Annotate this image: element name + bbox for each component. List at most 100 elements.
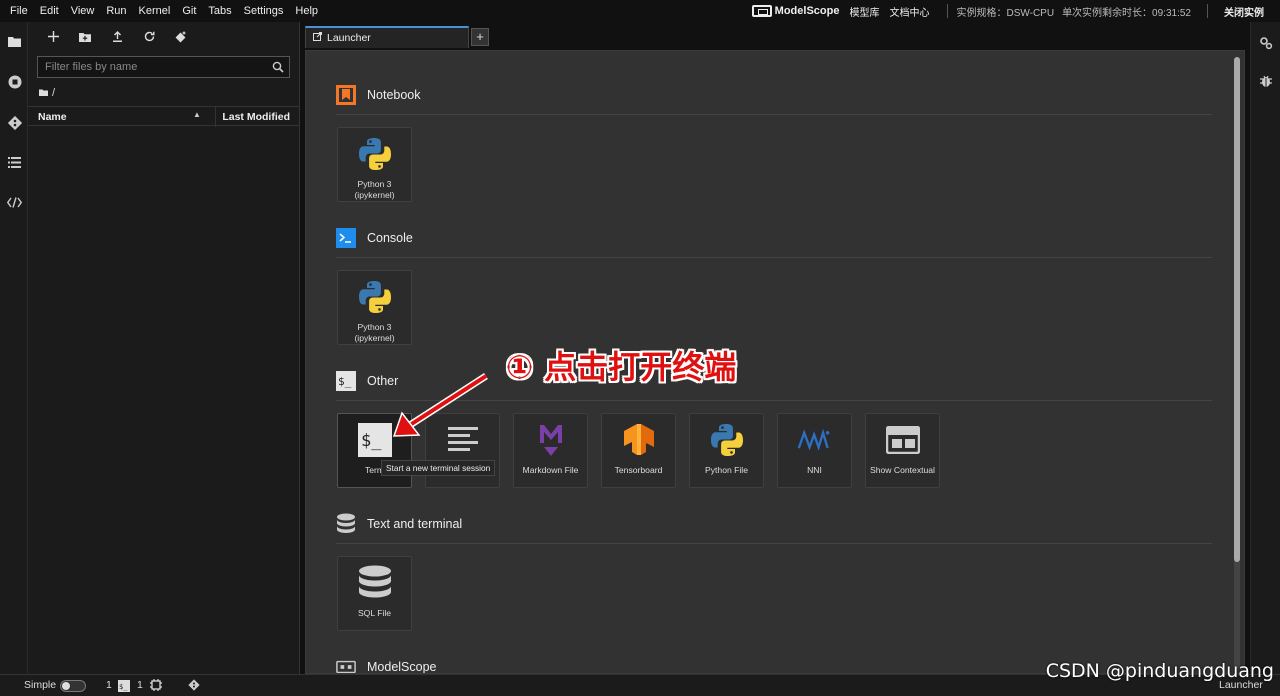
menu-run[interactable]: Run <box>100 0 132 22</box>
simple-mode-toggle[interactable] <box>60 680 86 692</box>
new-folder-icon[interactable] <box>78 31 92 45</box>
launcher-panel: Notebook Python 3 (ipykernel) Console Py… <box>305 50 1245 674</box>
card-label: Markdown File <box>522 465 579 475</box>
menu-kernel[interactable]: Kernel <box>133 0 177 22</box>
section-notebook-title: Notebook <box>367 88 421 102</box>
modelscope-brand: ModelScope <box>774 5 840 17</box>
database-icon <box>336 513 356 534</box>
card-label: Python 3 (ipykernel) <box>354 179 395 200</box>
docs-center-link[interactable]: 文档中心 <box>889 4 929 19</box>
terminal-count[interactable]: 1 <box>137 679 143 691</box>
python-logo-icon <box>357 136 393 172</box>
menu-view[interactable]: View <box>65 0 101 22</box>
launcher-tab-icon <box>313 32 322 44</box>
column-divider[interactable] <box>215 107 216 127</box>
sort-ascending-icon[interactable]: ▲ <box>193 110 201 119</box>
upload-icon[interactable] <box>110 31 124 45</box>
markdown-icon <box>533 422 569 458</box>
simple-mode-label: Simple <box>24 679 57 691</box>
launcher-card-nni[interactable]: NNI <box>777 413 852 488</box>
annotation-arrow <box>392 373 488 437</box>
instance-spec: 实例规格：DSW-CPU <box>956 7 1055 19</box>
contextual-help-icon <box>885 422 921 458</box>
menu-edit[interactable]: Edit <box>34 0 65 22</box>
card-label: NNI <box>807 465 822 475</box>
section-modelscope: ModelScope <box>336 657 437 674</box>
card-label: Tensorboard <box>614 465 663 475</box>
tab-launcher[interactable]: Launcher <box>305 26 469 48</box>
launcher-card-markdown-file[interactable]: Markdown File <box>513 413 588 488</box>
modelscope-logo-icon <box>751 5 772 17</box>
terminal-status-icon[interactable]: $_ <box>118 680 130 695</box>
section-divider <box>336 543 1212 544</box>
section-modelscope-title: ModelScope <box>367 660 437 674</box>
breadcrumb[interactable]: / <box>39 87 55 99</box>
file-list-header: Name ▲ Last Modified <box>28 106 300 127</box>
section-divider <box>336 114 1212 115</box>
table-of-contents-icon[interactable] <box>7 155 22 170</box>
kernel-count[interactable]: 1 <box>106 679 112 691</box>
search-icon <box>272 60 284 73</box>
section-console: Console <box>336 228 413 248</box>
section-divider <box>336 257 1212 258</box>
menubar-right: ModelScope 模型库 文档中心 实例规格：DSW-CPU 单次实例剩余时… <box>751 0 1280 22</box>
column-name[interactable]: Name <box>38 111 67 123</box>
file-filter-input[interactable]: Filter files by name <box>37 56 290 78</box>
terminal-section-icon: $_ <box>336 371 356 391</box>
main-area: Launcher + Notebook Python 3 (ipykernel)… <box>300 22 1250 674</box>
file-filter-placeholder: Filter files by name <box>45 61 138 73</box>
annotation-label: ① 点击打开终端 <box>506 348 737 386</box>
menu-git[interactable]: Git <box>176 0 202 22</box>
launcher-card-python-file[interactable]: Python File <box>689 413 764 488</box>
new-launcher-icon[interactable] <box>46 31 60 45</box>
section-notebook: Notebook <box>336 85 421 105</box>
folder-icon[interactable] <box>7 34 22 49</box>
menu-tabs[interactable]: Tabs <box>202 0 237 22</box>
csdn-watermark: CSDN @pinduangduang <box>1045 660 1274 682</box>
notebook-icon <box>336 85 356 105</box>
model-library-link[interactable]: 模型库 <box>849 4 879 19</box>
folder-icon <box>39 87 48 99</box>
menubar: File Edit View Run Kernel Git Tabs Setti… <box>0 0 1280 22</box>
launcher-scrollbar-thumb[interactable] <box>1234 57 1240 562</box>
code-icon[interactable] <box>7 195 22 210</box>
terminal-tooltip: Start a new terminal session <box>381 460 496 476</box>
menubar-divider <box>947 4 949 18</box>
debugger-icon[interactable] <box>1259 74 1273 93</box>
tab-launcher-label: Launcher <box>327 32 371 44</box>
menubar-divider-2 <box>1207 4 1208 18</box>
launcher-card-sql-file[interactable]: SQL File <box>337 556 412 631</box>
launcher-card-notebook-python3[interactable]: Python 3 (ipykernel) <box>337 127 412 202</box>
git-clone-icon[interactable] <box>174 31 188 45</box>
section-console-title: Console <box>367 231 413 245</box>
breadcrumb-root[interactable]: / <box>52 87 55 99</box>
svg-text:$_: $_ <box>361 431 382 451</box>
menu-help[interactable]: Help <box>289 0 324 22</box>
database-icon <box>357 565 393 601</box>
git-icon[interactable] <box>7 115 22 130</box>
right-sidebar <box>1250 22 1280 674</box>
close-instance-button[interactable]: 关闭实例 <box>1224 4 1264 19</box>
card-label: Python 3 (ipykernel) <box>354 322 395 343</box>
launcher-card-show-contextual[interactable]: Show Contextual <box>865 413 940 488</box>
section-text-terminal: Text and terminal <box>336 513 462 534</box>
modelscope-logo[interactable]: ModelScope <box>751 5 840 17</box>
menu-settings[interactable]: Settings <box>238 0 290 22</box>
left-activity-bar <box>0 22 28 674</box>
svg-text:$_: $_ <box>119 683 128 691</box>
git-status-icon[interactable] <box>188 679 200 694</box>
refresh-icon[interactable] <box>142 31 156 45</box>
launcher-card-console-python3[interactable]: Python 3 (ipykernel) <box>337 270 412 345</box>
column-last-modified[interactable]: Last Modified <box>222 111 290 123</box>
launcher-card-tensorboard[interactable]: Tensorboard <box>601 413 676 488</box>
kernel-status-icon[interactable] <box>150 679 162 694</box>
menu-file[interactable]: File <box>0 0 34 22</box>
tab-bar: Launcher + <box>305 26 489 48</box>
instance-remaining-time: 单次实例剩余时长：09:31:52 <box>1062 7 1191 19</box>
console-icon <box>336 228 356 248</box>
svg-text:$_: $_ <box>338 375 352 388</box>
add-tab-button[interactable]: + <box>471 28 489 46</box>
running-stop-icon[interactable] <box>7 74 22 89</box>
python-logo-icon <box>709 422 745 458</box>
property-inspector-icon[interactable] <box>1259 36 1273 55</box>
